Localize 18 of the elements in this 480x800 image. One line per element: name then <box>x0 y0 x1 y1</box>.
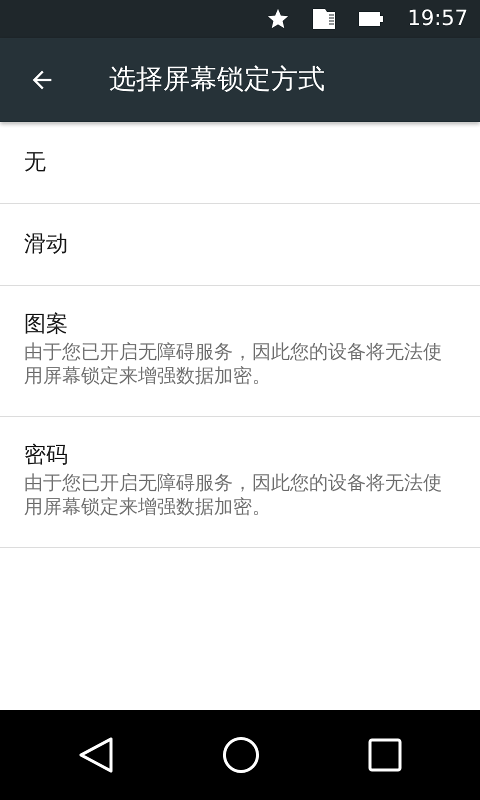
sd-card-icon <box>313 9 336 29</box>
clock-time: 19:57 <box>407 5 468 32</box>
lock-option[interactable]: 无 <box>0 122 480 204</box>
lock-option[interactable]: 滑动 <box>0 204 480 286</box>
option-title: 密码 <box>24 442 69 470</box>
back-nav-icon[interactable] <box>78 737 114 773</box>
star-icon <box>267 8 290 30</box>
battery-icon <box>359 12 384 26</box>
lock-option[interactable]: 图案 由于您已开启无障碍服务，因此您的设备将无法使用屏幕锁定来增强数据加密。 <box>0 286 480 417</box>
lock-option[interactable]: 密码 由于您已开启无障碍服务，因此您的设备将无法使用屏幕锁定来增强数据加密。 <box>0 417 480 548</box>
recents-nav-icon[interactable] <box>368 738 402 772</box>
option-title: 滑动 <box>24 230 68 258</box>
option-summary: 由于您已开启无障碍服务，因此您的设备将无法使用屏幕锁定来增强数据加密。 <box>24 340 443 388</box>
option-summary: 由于您已开启无障碍服务，因此您的设备将无法使用屏幕锁定来增强数据加密。 <box>24 471 443 519</box>
option-title: 无 <box>24 148 46 176</box>
option-title: 图案 <box>24 311 69 339</box>
home-nav-icon[interactable] <box>222 736 260 774</box>
screen-title: 选择屏幕锁定方式 <box>109 62 325 97</box>
